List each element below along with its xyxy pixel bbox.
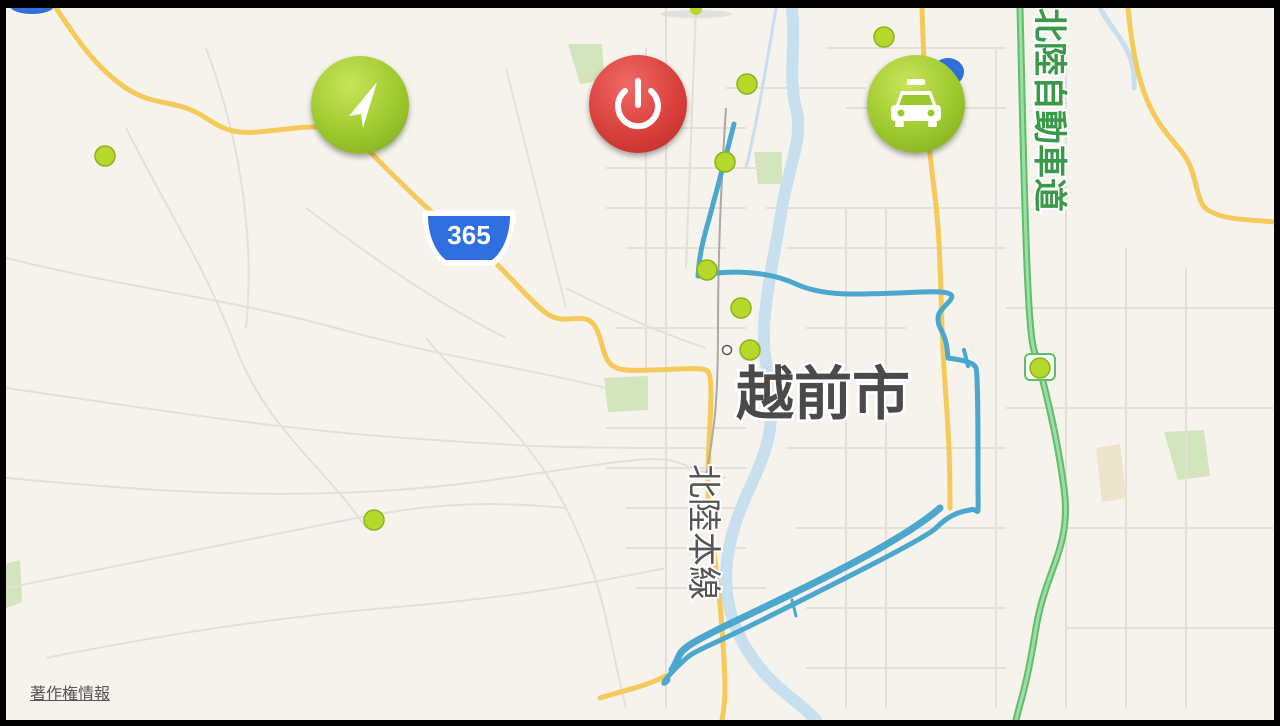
copyright-link[interactable]: 著作権情報: [30, 680, 110, 704]
route-shield: 365: [422, 210, 516, 266]
park-area: [6, 560, 22, 608]
poi-marker[interactable]: [736, 73, 758, 95]
city-label: 越前市: [736, 360, 910, 428]
taxi-button[interactable]: [867, 55, 965, 153]
screen-frame: 365 越前市 北陸本線 北陸自動車道 著作権情報: [0, 0, 1280, 726]
power-icon: [615, 78, 661, 130]
poi-marker[interactable]: [696, 259, 718, 281]
route-number: 365: [447, 220, 490, 250]
poi-marker[interactable]: [94, 145, 116, 167]
navigation-arrow-icon: [349, 82, 377, 128]
poi-marker[interactable]: [873, 26, 895, 48]
rail-line-label: 北陸本線: [683, 464, 723, 600]
locate-button[interactable]: [311, 56, 409, 154]
expressway-label: 北陸自動車道: [1029, 8, 1069, 212]
city-center-dot: [721, 344, 733, 356]
poi-marker[interactable]: [739, 339, 761, 361]
poi-marker[interactable]: [730, 297, 752, 319]
power-button[interactable]: [589, 55, 687, 153]
map-view[interactable]: 365 越前市 北陸本線 北陸自動車道 著作権情報: [6, 8, 1274, 720]
taxi-icon: [891, 79, 941, 127]
poi-marker-interchange[interactable]: [1024, 353, 1056, 381]
poi-marker[interactable]: [363, 509, 385, 531]
poi-marker[interactable]: [714, 151, 736, 173]
park-area: [604, 376, 648, 412]
